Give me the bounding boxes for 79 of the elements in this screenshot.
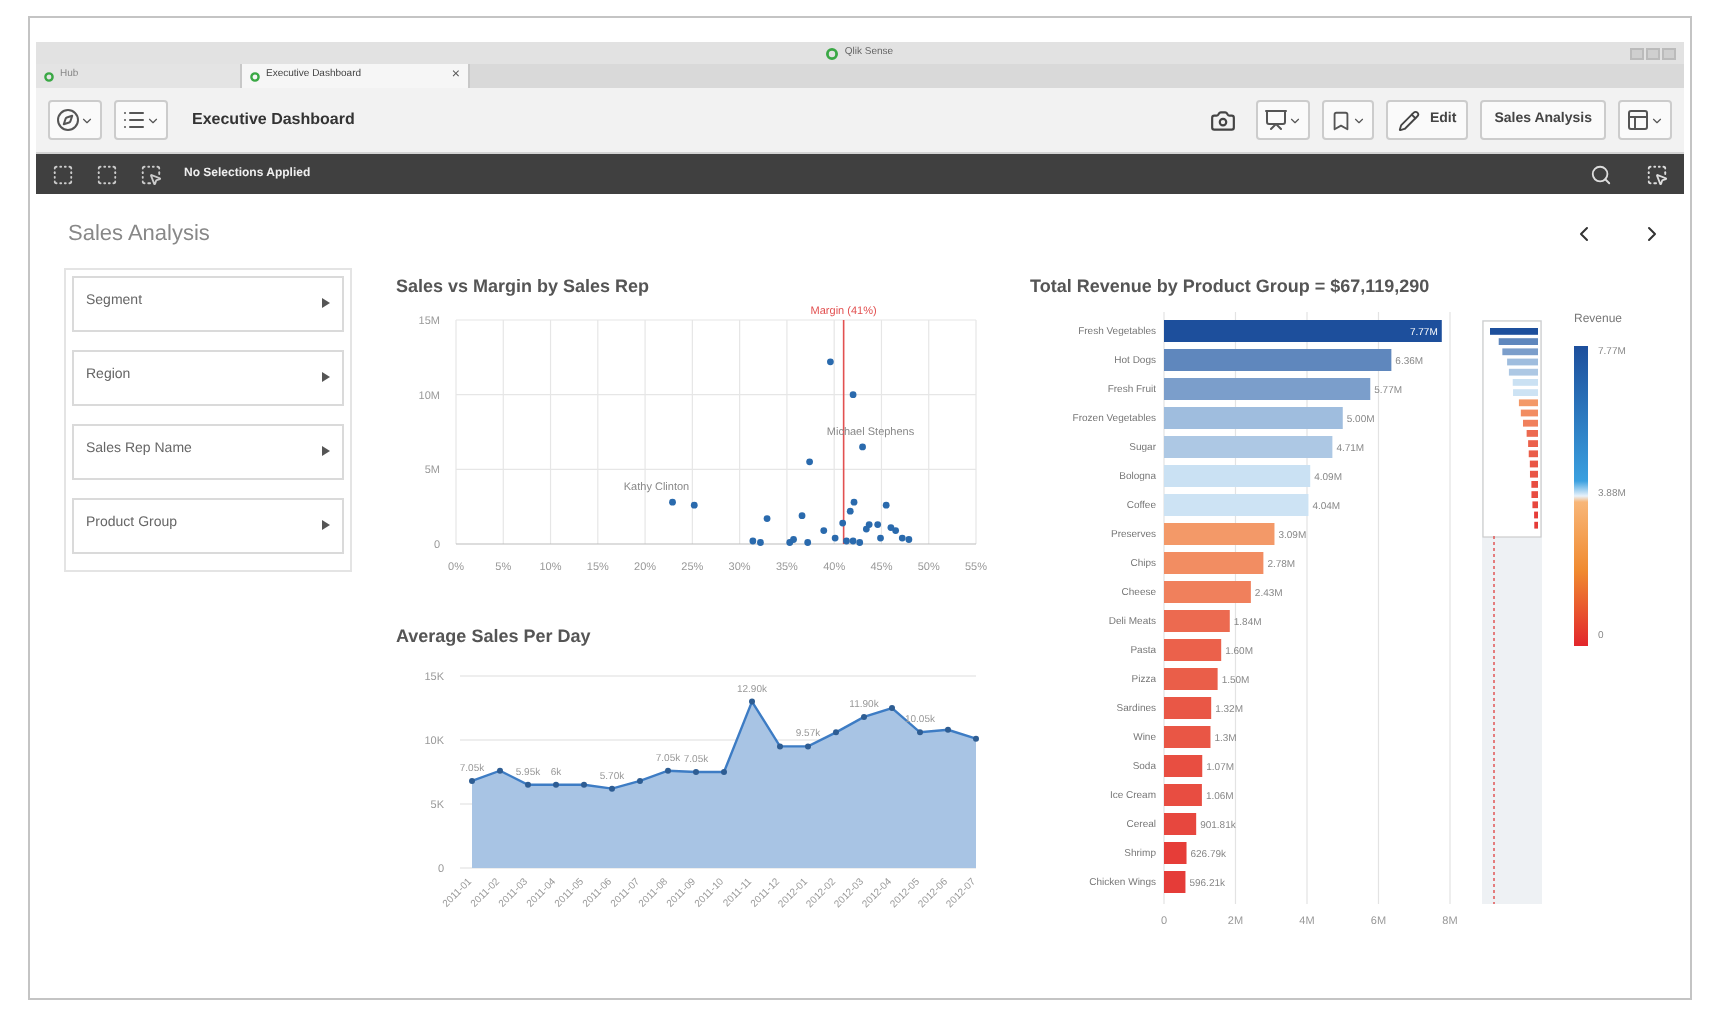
data-point (820, 526, 828, 533)
data-point (882, 500, 890, 508)
bar (1164, 638, 1222, 660)
caret-icon (80, 113, 94, 127)
data-point (833, 728, 839, 735)
data-point (721, 768, 727, 774)
bar (1164, 783, 1202, 805)
data-point (917, 728, 923, 735)
navigation-button[interactable] (48, 100, 102, 140)
data-point (889, 704, 895, 710)
data-point (849, 390, 857, 398)
logo-icon (44, 71, 54, 81)
chart-title: Average Sales Per Day (396, 623, 593, 650)
logo-icon (250, 71, 260, 81)
caret-icon (1650, 113, 1664, 127)
data-point (553, 780, 559, 787)
chart-title: Total Revenue by Product Group = $67,119,290 (1030, 273, 1432, 300)
bar (1164, 551, 1264, 573)
camera-icon (1209, 107, 1236, 133)
logo-icon (826, 47, 839, 59)
data-point (669, 497, 676, 505)
bar (1164, 522, 1275, 544)
pencil-icon (1397, 109, 1420, 131)
data-point (827, 357, 834, 365)
data-point (525, 780, 531, 787)
caret-icon (322, 298, 330, 308)
data-point (693, 768, 699, 774)
chart-title: Sales vs Margin by Sales Rep (396, 273, 652, 300)
data-point (609, 784, 615, 791)
bookmark-button[interactable] (1321, 100, 1374, 140)
compass-icon (56, 108, 80, 132)
caret-icon (322, 520, 330, 530)
data-point (665, 766, 671, 773)
search-icon[interactable] (1590, 163, 1612, 185)
data-point (777, 742, 783, 749)
caret-icon (1351, 113, 1366, 127)
selection-tool-icon[interactable] (1646, 163, 1668, 185)
caret-icon (146, 113, 160, 127)
data-point (798, 511, 806, 519)
data-point (469, 776, 475, 783)
bar (1164, 696, 1212, 718)
data-point (497, 766, 503, 773)
data-point (806, 457, 813, 465)
menu-button[interactable] (114, 100, 168, 140)
dashed-square-icon[interactable] (96, 163, 118, 185)
bar (1164, 812, 1197, 834)
data-point (804, 538, 812, 545)
caret-icon (322, 446, 330, 456)
data-point (831, 533, 839, 541)
present-button[interactable] (1255, 100, 1310, 140)
data-point (973, 734, 979, 741)
bookmark-icon (1329, 109, 1352, 131)
bar (1164, 870, 1186, 892)
data-point (859, 442, 866, 450)
data-point (581, 780, 587, 787)
sheet-thumbnail-icon (1626, 108, 1650, 132)
bar (1164, 725, 1211, 747)
bar (1164, 609, 1230, 631)
data-point (945, 725, 951, 732)
caret-icon (322, 372, 330, 382)
data-point (839, 518, 847, 526)
data-point (763, 514, 771, 521)
data-point (690, 500, 698, 508)
app-title: Executive Dashboard (192, 108, 355, 132)
bar (1164, 841, 1187, 863)
data-point (749, 697, 755, 704)
dashed-square-icon[interactable] (52, 163, 74, 185)
data-point (877, 533, 884, 541)
dashed-square-pointer-icon[interactable] (140, 163, 162, 185)
data-point (637, 776, 643, 783)
sheets-button[interactable] (1618, 100, 1672, 140)
bar (1164, 754, 1203, 776)
data-point (861, 712, 867, 719)
caret-icon (1287, 113, 1302, 127)
sheet-title: Sales Analysis (68, 220, 212, 250)
data-point (805, 742, 811, 749)
bar (1164, 667, 1218, 689)
presentation-icon (1263, 108, 1288, 132)
bar (1164, 580, 1251, 602)
